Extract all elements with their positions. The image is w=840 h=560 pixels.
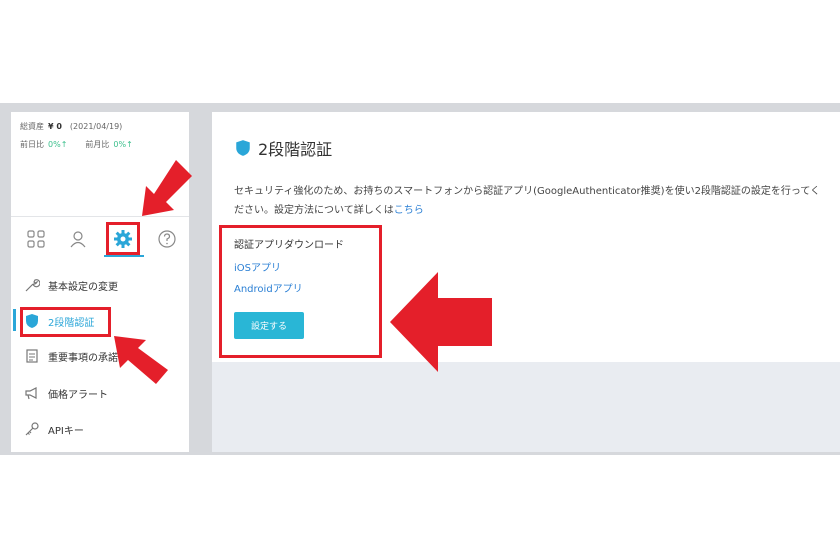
main-panel-background <box>212 362 840 452</box>
user-icon[interactable] <box>68 229 88 249</box>
total-assets-row: 総資産 ¥ 0 (2021/04/19) <box>20 121 122 132</box>
prev-month-label: 前月比 <box>85 140 110 149</box>
document-icon <box>26 349 38 363</box>
sidebar-item-label: APIキー <box>48 425 84 437</box>
arrow-to-gear-annotation <box>142 160 192 216</box>
gear-icon[interactable] <box>113 229 133 249</box>
sidebar-item-label: 重要事項の承諾 <box>48 352 118 364</box>
prev-month-value: 0%↑ <box>113 140 133 149</box>
details-link[interactable]: こちら <box>394 205 424 216</box>
page-title-text: 2段階認証 <box>258 140 333 159</box>
change-row: 前日比 0%↑ 前月比 0%↑ <box>20 139 133 150</box>
key-icon <box>25 422 39 436</box>
sidebar-item-important-terms[interactable]: 重要事項の承諾 <box>24 345 118 367</box>
arrow-to-menu-annotation <box>114 336 168 384</box>
sidebar-item-label: 基本設定の変更 <box>48 281 118 293</box>
total-assets-label: 総資産 <box>20 122 44 131</box>
sidebar-item-basic-settings[interactable]: 基本設定の変更 <box>24 274 118 296</box>
help-icon[interactable] <box>157 229 177 249</box>
active-tab-indicator <box>104 255 144 257</box>
description-text: セキュリティ強化のため、お持ちのスマートフォンから認証アプリ(GoogleAut… <box>234 186 821 216</box>
sidebar-item-label: 2段階認証 <box>48 317 95 329</box>
total-assets-value: ¥ 0 <box>48 122 62 131</box>
android-app-link[interactable]: Androidアプリ <box>234 280 303 295</box>
prev-day-label: 前日比 <box>20 140 44 149</box>
sidebar-item-two-factor[interactable]: 2段階認証 <box>24 310 94 332</box>
page-title: 2段階認証 <box>234 136 332 160</box>
sidebar-item-label: 価格アラート <box>48 389 108 401</box>
ios-app-link[interactable]: iOSアプリ <box>234 259 281 274</box>
sidebar-item-price-alert[interactable]: 価格アラート <box>24 382 108 404</box>
grid-icon[interactable] <box>26 229 46 249</box>
prev-day-value: 0%↑ <box>48 140 68 149</box>
wrench-icon <box>25 279 40 292</box>
shield-icon <box>26 314 38 328</box>
sidebar-item-api-key[interactable]: APIキー <box>24 418 84 440</box>
active-menu-indicator <box>13 309 16 331</box>
megaphone-icon <box>25 387 37 400</box>
shield-icon <box>236 140 250 156</box>
setup-button[interactable]: 設定する <box>234 312 304 339</box>
arrow-to-download-annotation <box>390 272 492 372</box>
stats-date: (2021/04/19) <box>69 122 123 131</box>
download-title: 認証アプリダウンロード <box>234 240 344 251</box>
description: セキュリティ強化のため、お持ちのスマートフォンから認証アプリ(GoogleAut… <box>234 182 824 220</box>
